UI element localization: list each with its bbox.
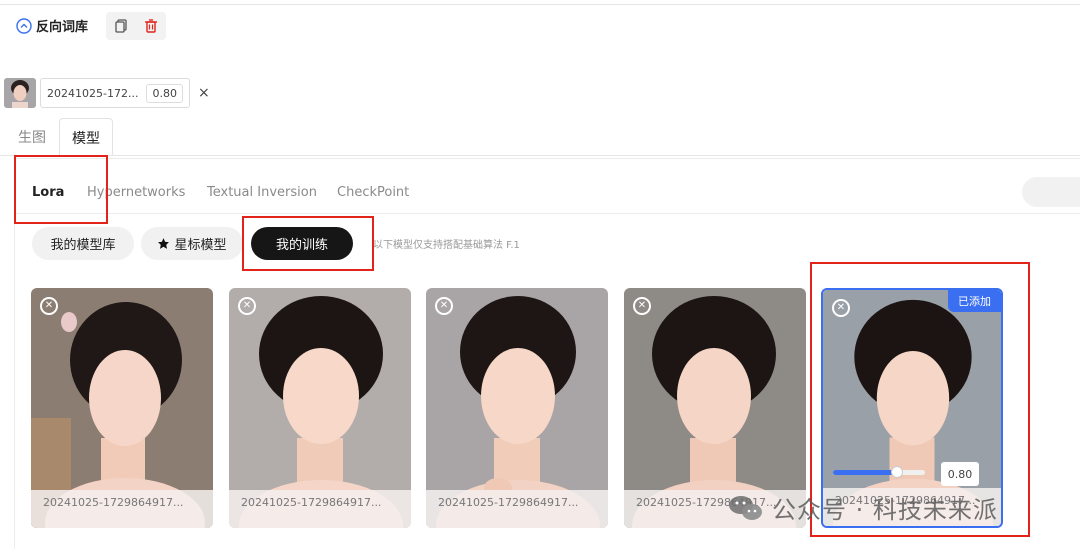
- close-icon[interactable]: ✕: [238, 297, 256, 315]
- chevron-up-circle-icon: [16, 17, 32, 34]
- close-icon[interactable]: ✕: [435, 297, 453, 315]
- filter-my-models[interactable]: 我的模型库: [32, 227, 134, 260]
- filter-label: 星标模型: [174, 238, 227, 253]
- wechat-icon: [729, 495, 762, 520]
- slider-fill: [833, 470, 898, 475]
- added-badge: 已添加: [948, 290, 1001, 312]
- toolbar-actions: [106, 12, 166, 40]
- weight-value-input[interactable]: 0.80: [941, 462, 979, 486]
- filter-my-training[interactable]: 我的训练: [251, 227, 353, 260]
- card-caption: 20241025-1729864917...: [426, 490, 608, 528]
- negative-library-toggle[interactable]: 反向词库: [16, 16, 88, 35]
- filter-starred[interactable]: 星标模型: [141, 227, 243, 260]
- model-card[interactable]: ✕ 20241025-1729864917...: [31, 288, 213, 528]
- divider: [0, 4, 1080, 5]
- tab-model[interactable]: 模型: [59, 118, 113, 156]
- divider: [0, 155, 1080, 156]
- close-icon[interactable]: ✕: [633, 297, 651, 315]
- watermark-text: 公众号 · 科技未来派: [772, 496, 998, 524]
- subtab-lora[interactable]: Lora: [32, 170, 64, 214]
- weight-slider[interactable]: [833, 466, 925, 478]
- model-card[interactable]: ✕ 20241025-1729864917...: [229, 288, 411, 528]
- applied-lora-chip: 20241025-172... 0.80 ×: [4, 78, 210, 108]
- filter-label: 我的训练: [275, 238, 328, 253]
- watermark: 公众号 · 科技未来派: [728, 490, 998, 525]
- compatibility-hint: 以下模型仅支持搭配基础算法 F.1: [373, 240, 520, 251]
- subtab-checkpoint[interactable]: CheckPoint: [337, 170, 409, 214]
- subtab-hypernetworks[interactable]: Hypernetworks: [87, 170, 185, 214]
- copy-icon[interactable]: [113, 18, 129, 34]
- subtab-textual-inversion[interactable]: Textual Inversion: [207, 170, 317, 214]
- negative-library-label: 反向词库: [36, 20, 89, 35]
- tab-generate[interactable]: 生图: [6, 118, 58, 156]
- card-caption: 20241025-1729864917...: [229, 490, 411, 528]
- lora-name: 20241025-172...: [47, 86, 139, 100]
- lora-weight-input[interactable]: 0.80: [146, 83, 183, 103]
- lora-thumbnail: [4, 78, 36, 108]
- remove-lora-button[interactable]: ×: [198, 85, 210, 101]
- close-icon[interactable]: ✕: [832, 299, 850, 317]
- app-root: 反向词库 20241025-172... 0.80 × 生图 模型 Lora H…: [0, 0, 1080, 549]
- search-input[interactable]: [1022, 177, 1080, 207]
- filter-label: 我的模型库: [50, 238, 116, 253]
- trash-icon[interactable]: [143, 18, 159, 34]
- model-card[interactable]: ✕ 20241025-1729864917...: [426, 288, 608, 528]
- divider: [16, 213, 1080, 214]
- lora-chip-body: 20241025-172... 0.80: [40, 78, 190, 108]
- card-caption: 20241025-1729864917...: [31, 490, 213, 528]
- star-icon: [158, 238, 170, 249]
- close-icon[interactable]: ✕: [40, 297, 58, 315]
